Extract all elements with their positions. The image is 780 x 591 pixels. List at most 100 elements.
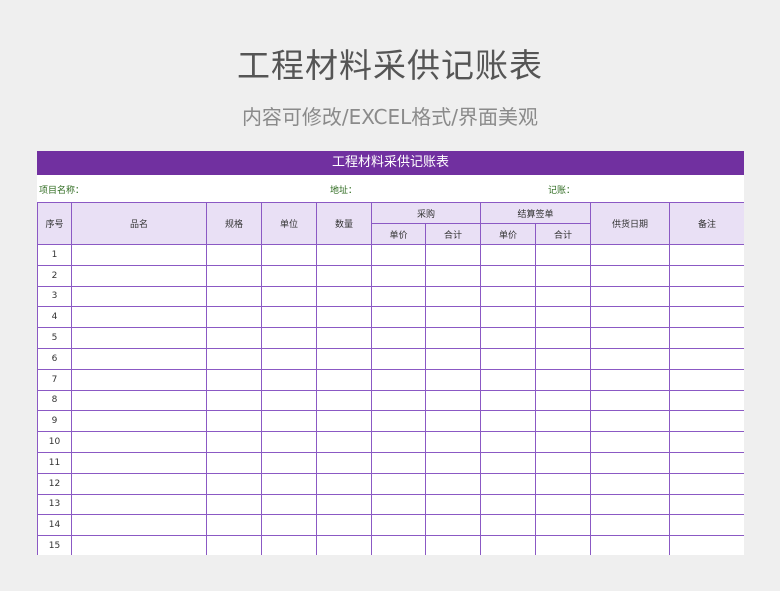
table-cell[interactable] bbox=[371, 493, 426, 516]
table-cell[interactable] bbox=[424, 431, 482, 453]
table-cell[interactable] bbox=[590, 389, 671, 412]
table-cell[interactable] bbox=[535, 327, 592, 349]
table-cell[interactable] bbox=[71, 535, 207, 555]
table-cell[interactable] bbox=[424, 264, 482, 287]
table-cell[interactable] bbox=[669, 535, 744, 555]
table-cell[interactable] bbox=[371, 244, 426, 266]
table-cell[interactable] bbox=[71, 306, 207, 329]
table-cell[interactable] bbox=[669, 285, 744, 308]
table-cell[interactable] bbox=[590, 347, 671, 370]
table-cell[interactable] bbox=[535, 285, 592, 308]
table-cell[interactable] bbox=[480, 389, 537, 412]
table-cell[interactable] bbox=[535, 264, 592, 287]
table-cell[interactable] bbox=[590, 285, 671, 308]
table-cell[interactable] bbox=[590, 431, 671, 453]
table-cell[interactable] bbox=[669, 244, 744, 266]
table-cell[interactable] bbox=[669, 514, 744, 537]
table-cell[interactable] bbox=[261, 368, 317, 391]
table-cell[interactable] bbox=[590, 493, 671, 516]
table-cell[interactable] bbox=[261, 264, 317, 287]
table-cell[interactable] bbox=[480, 347, 537, 370]
table-cell[interactable] bbox=[424, 306, 482, 329]
table-cell[interactable] bbox=[480, 514, 537, 537]
table-cell[interactable] bbox=[71, 493, 207, 516]
table-cell[interactable] bbox=[316, 368, 372, 391]
table-cell[interactable] bbox=[424, 472, 482, 495]
table-cell[interactable] bbox=[316, 493, 372, 516]
table-cell[interactable] bbox=[535, 244, 592, 266]
table-cell[interactable] bbox=[316, 451, 372, 474]
table-cell[interactable] bbox=[480, 451, 537, 474]
table-cell[interactable] bbox=[669, 451, 744, 474]
table-cell[interactable] bbox=[669, 472, 744, 495]
table-cell[interactable] bbox=[424, 368, 482, 391]
table-cell[interactable] bbox=[71, 514, 207, 537]
table-cell[interactable] bbox=[316, 472, 372, 495]
table-cell[interactable] bbox=[206, 410, 262, 433]
table-cell[interactable] bbox=[480, 410, 537, 433]
table-cell[interactable] bbox=[261, 493, 317, 516]
table-cell[interactable] bbox=[590, 264, 671, 287]
table-cell[interactable] bbox=[206, 451, 262, 474]
table-cell[interactable] bbox=[424, 389, 482, 412]
table-cell[interactable] bbox=[261, 514, 317, 537]
table-cell[interactable] bbox=[535, 368, 592, 391]
table-cell[interactable] bbox=[206, 327, 262, 349]
table-cell[interactable] bbox=[206, 514, 262, 537]
table-cell[interactable] bbox=[535, 347, 592, 370]
table-cell[interactable] bbox=[261, 431, 317, 453]
table-cell[interactable] bbox=[71, 410, 207, 433]
table-cell[interactable] bbox=[261, 327, 317, 349]
table-cell[interactable] bbox=[316, 514, 372, 537]
table-cell[interactable] bbox=[261, 244, 317, 266]
table-cell[interactable] bbox=[316, 285, 372, 308]
table-cell[interactable] bbox=[71, 451, 207, 474]
table-cell[interactable] bbox=[590, 368, 671, 391]
table-cell[interactable] bbox=[535, 535, 592, 555]
table-cell[interactable] bbox=[535, 451, 592, 474]
table-cell[interactable] bbox=[206, 264, 262, 287]
table-cell[interactable] bbox=[669, 368, 744, 391]
table-cell[interactable] bbox=[206, 347, 262, 370]
table-cell[interactable] bbox=[261, 306, 317, 329]
table-cell[interactable] bbox=[669, 389, 744, 412]
table-cell[interactable] bbox=[590, 327, 671, 349]
table-cell[interactable] bbox=[71, 264, 207, 287]
table-cell[interactable] bbox=[590, 472, 671, 495]
table-cell[interactable] bbox=[535, 431, 592, 453]
table-cell[interactable] bbox=[669, 264, 744, 287]
table-cell[interactable] bbox=[669, 410, 744, 433]
table-cell[interactable] bbox=[371, 368, 426, 391]
table-cell[interactable] bbox=[480, 431, 537, 453]
table-cell[interactable] bbox=[71, 431, 207, 453]
table-cell[interactable] bbox=[480, 306, 537, 329]
table-cell[interactable] bbox=[206, 431, 262, 453]
table-cell[interactable] bbox=[316, 389, 372, 412]
table-cell[interactable] bbox=[480, 493, 537, 516]
table-cell[interactable] bbox=[316, 244, 372, 266]
table-cell[interactable] bbox=[669, 347, 744, 370]
table-cell[interactable] bbox=[261, 535, 317, 555]
table-cell[interactable] bbox=[371, 472, 426, 495]
table-cell[interactable] bbox=[424, 244, 482, 266]
table-cell[interactable] bbox=[316, 306, 372, 329]
table-cell[interactable] bbox=[371, 514, 426, 537]
table-cell[interactable] bbox=[480, 327, 537, 349]
table-cell[interactable] bbox=[590, 535, 671, 555]
table-cell[interactable] bbox=[371, 431, 426, 453]
table-cell[interactable] bbox=[480, 244, 537, 266]
table-cell[interactable] bbox=[316, 410, 372, 433]
table-cell[interactable] bbox=[424, 493, 482, 516]
table-cell[interactable] bbox=[371, 327, 426, 349]
table-cell[interactable] bbox=[480, 285, 537, 308]
table-cell[interactable] bbox=[535, 389, 592, 412]
table-cell[interactable] bbox=[590, 514, 671, 537]
table-cell[interactable] bbox=[590, 306, 671, 329]
table-cell[interactable] bbox=[71, 327, 207, 349]
table-cell[interactable] bbox=[669, 431, 744, 453]
table-cell[interactable] bbox=[206, 493, 262, 516]
table-cell[interactable] bbox=[371, 285, 426, 308]
table-cell[interactable] bbox=[424, 514, 482, 537]
table-cell[interactable] bbox=[371, 410, 426, 433]
table-cell[interactable] bbox=[71, 389, 207, 412]
